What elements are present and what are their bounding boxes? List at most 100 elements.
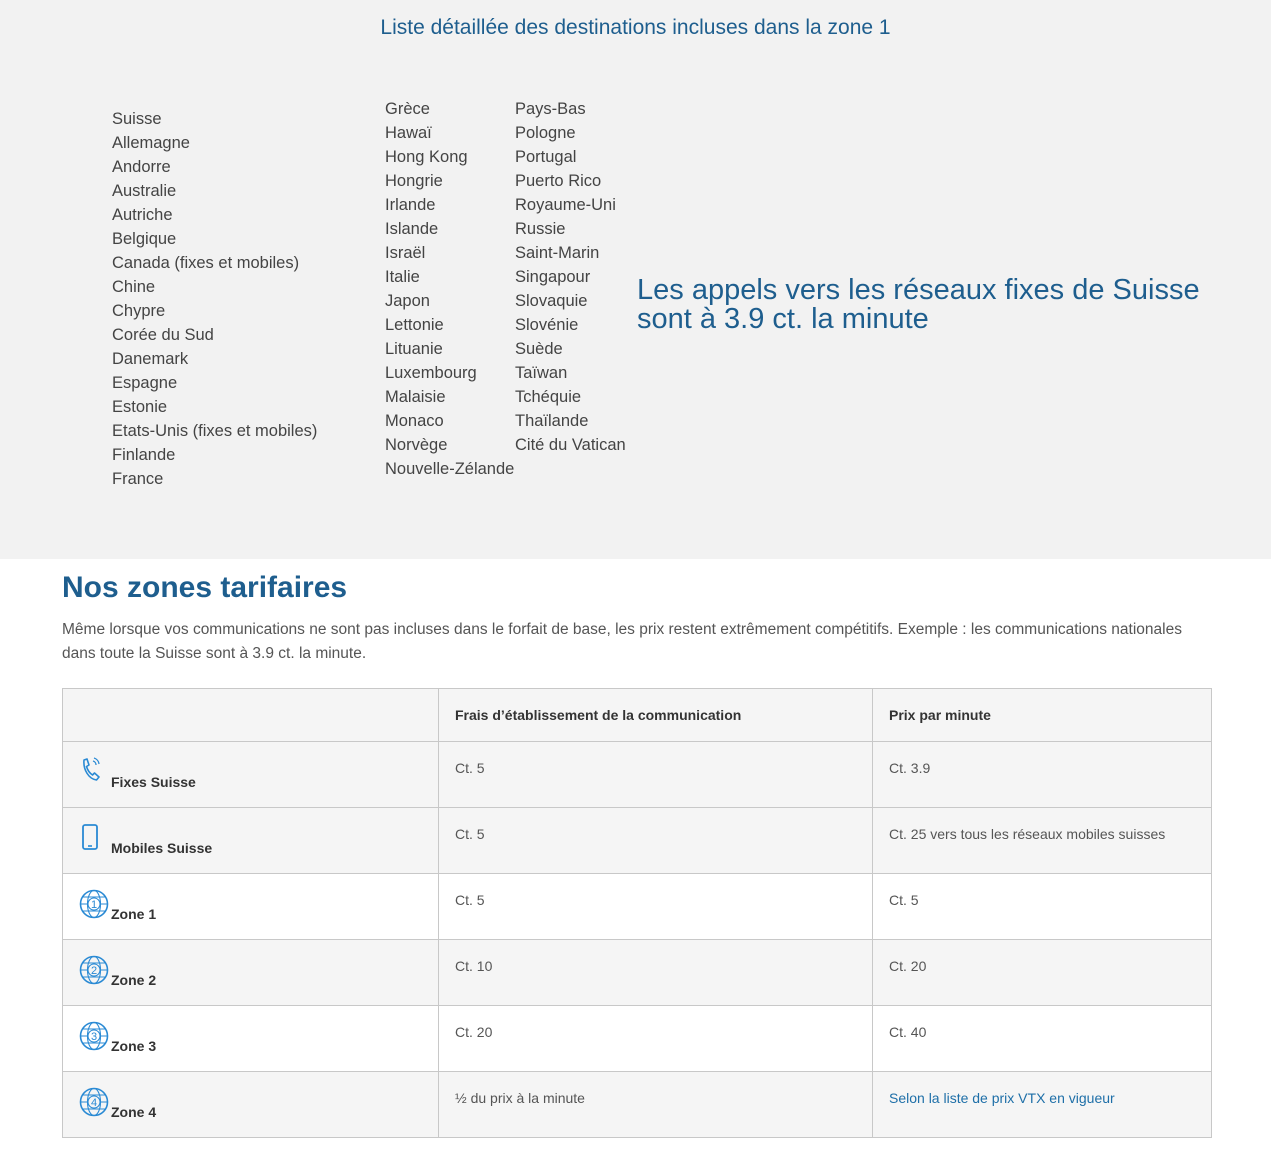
destination-item: Lituanie	[385, 340, 443, 358]
destination-item: Thaïlande	[515, 412, 589, 430]
globe-zone-3-icon: 3	[78, 1020, 110, 1055]
destination-item: Espagne	[112, 374, 178, 392]
destination-item: Estonie	[112, 398, 168, 416]
highlight-line-1: Les appels vers les réseaux fixes de Sui…	[637, 274, 1200, 306]
landline-phone-icon	[78, 756, 102, 787]
destination-item: Belgique	[112, 230, 177, 248]
row-label: Zone 3	[111, 1038, 157, 1054]
row-label: Mobiles Suisse	[111, 840, 213, 856]
destination-item: Japon	[385, 292, 430, 310]
table-row: Mobiles Suisse Ct. 5 Ct. 25 vers tous le…	[62, 807, 1212, 874]
destination-item: Saint-Marin	[515, 244, 600, 262]
highlight-line-2: sont à 3.9 ct. la minute	[637, 303, 929, 335]
zone1-destinations-section: Liste détaillée des destinations incluse…	[0, 0, 1271, 559]
destination-item: Tchéquie	[515, 388, 582, 406]
zone1-list-title: Liste détaillée des destinations incluse…	[380, 16, 891, 39]
destination-item: Russie	[515, 220, 566, 238]
destination-item: Corée du Sud	[112, 326, 214, 344]
price-per-minute-cell: Ct. 20	[872, 939, 1212, 1006]
globe-number: 3	[91, 1031, 97, 1043]
globe-number: 4	[91, 1097, 97, 1109]
destination-item: Pologne	[515, 124, 576, 142]
destination-column-1: Suisse Allemagne Andorre Australie Autriche B…	[112, 107, 317, 491]
destination-item: Singapour	[515, 268, 591, 286]
destination-item: France	[112, 470, 164, 488]
swiss-landline-price-highlight: Les appels vers les réseaux fixes de Sui…	[637, 276, 1237, 334]
destination-item: Hongrie	[385, 172, 443, 190]
destination-item: Australie	[112, 182, 177, 200]
destination-item: Royaume-Uni	[515, 196, 616, 214]
destination-column-2: Grèce Hawaï Hong Kong Hongrie Irlande Islande…	[385, 97, 514, 481]
destination-item: Cité du Vatican	[515, 436, 626, 454]
table-row: Fixes Suisse Ct. 5 Ct. 3.9	[62, 741, 1212, 808]
globe-zone-1-icon: 1	[78, 888, 110, 923]
header-empty	[62, 688, 439, 742]
table-row: 4 Zone 4 ½ du prix à la minute Selon la …	[62, 1071, 1212, 1138]
setup-fee-cell: Ct. 5	[438, 741, 873, 808]
header-setup-fee: Frais d’établissement de la communicatio…	[438, 688, 873, 742]
mobile-phone-icon	[78, 822, 102, 855]
row-label: Zone 1	[111, 906, 157, 922]
row-label: Zone 4	[111, 1104, 157, 1120]
table-row: 1 Zone 1 Ct. 5 Ct. 5	[62, 873, 1212, 940]
destination-item: Norvège	[385, 436, 448, 454]
row-label-cell: 3 Zone 3	[62, 1005, 439, 1072]
price-per-minute-cell: Selon la liste de prix VTX en vigueur	[872, 1071, 1212, 1138]
setup-fee-cell: Ct. 10	[438, 939, 873, 1006]
destination-item: Portugal	[515, 148, 577, 166]
destination-item: Hawaï	[385, 124, 432, 142]
row-label-cell: 4 Zone 4	[62, 1071, 439, 1138]
globe-zone-2-icon: 2	[78, 954, 110, 989]
setup-fee-cell: Ct. 5	[438, 807, 873, 874]
row-label-cell: Mobiles Suisse	[62, 807, 439, 874]
row-label: Zone 2	[111, 972, 157, 988]
tariff-zones-intro: Même lorsque vos communications ne sont …	[62, 621, 1182, 662]
destination-item: Allemagne	[112, 134, 190, 152]
table-row: 3 Zone 3 Ct. 20 Ct. 40	[62, 1005, 1212, 1072]
destination-item: Autriche	[112, 206, 173, 224]
destination-item: Suède	[515, 340, 563, 358]
destination-item: Suisse	[112, 110, 162, 128]
globe-number: 1	[91, 899, 97, 911]
destination-column-3: Pays-Bas Pologne Portugal Puerto Rico Royaum…	[515, 97, 626, 457]
setup-fee-cell: Ct. 20	[438, 1005, 873, 1072]
destination-item: Andorre	[112, 158, 171, 176]
header-price-per-minute: Prix par minute	[872, 688, 1212, 742]
destination-item: Monaco	[385, 412, 444, 430]
price-per-minute-cell: Ct. 3.9	[872, 741, 1212, 808]
destination-item: Slovaquie	[515, 292, 588, 310]
tariff-table: Frais d’établissement de la communicatio…	[62, 688, 1212, 1138]
price-per-minute-cell: Ct. 40	[872, 1005, 1212, 1072]
tariff-table-header: Frais d’établissement de la communicatio…	[62, 688, 1212, 742]
destination-item: Israël	[385, 244, 426, 262]
destination-item: Etats-Unis (fixes et mobiles)	[112, 422, 318, 440]
row-label-cell: Fixes Suisse	[62, 741, 439, 808]
destination-item: Chine	[112, 278, 156, 296]
destination-item: Malaisie	[385, 388, 446, 406]
destination-item: Irlande	[385, 196, 436, 214]
tariff-zones-title: Nos zones tarifaires	[62, 571, 348, 604]
destination-item: Islande	[385, 220, 439, 238]
destination-item: Slovénie	[515, 316, 579, 334]
destination-item: Pays-Bas	[515, 100, 586, 118]
setup-fee-cell: Ct. 5	[438, 873, 873, 940]
destination-item: Hong Kong	[385, 148, 468, 166]
destination-item: Luxembourg	[385, 364, 477, 382]
row-label-cell: 1 Zone 1	[62, 873, 439, 940]
vtx-price-list-link[interactable]: Selon la liste de prix VTX en vigueur	[889, 1090, 1115, 1106]
row-label: Fixes Suisse	[111, 774, 196, 790]
destination-item: Grèce	[385, 100, 430, 118]
destination-item: Canada (fixes et mobiles)	[112, 254, 300, 272]
destination-item: Danemark	[112, 350, 189, 368]
globe-zone-4-icon: 4	[78, 1086, 110, 1121]
destination-item: Finlande	[112, 446, 176, 464]
destination-item: Puerto Rico	[515, 172, 602, 190]
destination-item: Nouvelle-Zélande	[385, 460, 515, 478]
destination-item: Chypre	[112, 302, 166, 320]
globe-number: 2	[91, 965, 97, 977]
destination-item: Taïwan	[515, 364, 568, 382]
price-per-minute-cell: Ct. 5	[872, 873, 1212, 940]
destination-item: Italie	[385, 268, 420, 286]
destination-item: Lettonie	[385, 316, 444, 334]
price-per-minute-cell: Ct. 25 vers tous les réseaux mobiles sui…	[872, 807, 1212, 874]
